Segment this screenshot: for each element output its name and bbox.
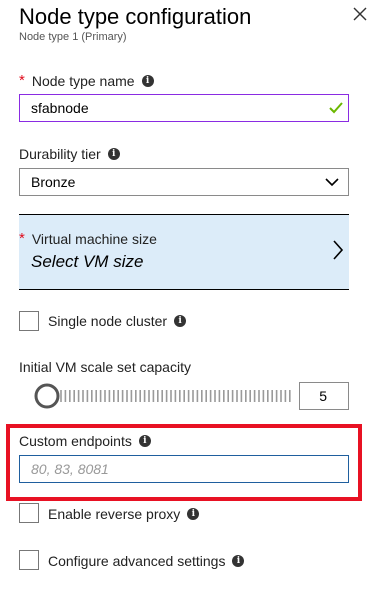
scale-set-capacity-slider[interactable] [33,382,295,410]
close-icon [353,7,367,21]
advanced-settings-checkbox[interactable] [19,550,39,570]
durability-tier-label-text: Durability tier [19,146,101,162]
scale-set-capacity-label: Initial VM scale set capacity [19,358,191,376]
node-type-name-field[interactable]: sfabnode [19,94,349,122]
durability-tier-value: Bronze [31,174,76,190]
custom-endpoints-placeholder: 80, 83, 8081 [31,461,109,477]
node-type-name-label-text: Node type name [31,73,135,89]
info-icon[interactable]: i [107,148,120,160]
durability-tier-label: Durability tier i [19,145,120,163]
scale-set-capacity-label-text: Initial VM scale set capacity [19,359,191,375]
required-marker: * [19,230,25,247]
reverse-proxy-label-text: Enable reverse proxy [48,506,181,522]
single-node-cluster-checkbox[interactable] [19,311,39,331]
custom-endpoints-label-text: Custom endpoints [19,433,132,449]
vm-size-value: Select VM size [31,252,144,271]
scale-set-capacity-input[interactable]: 5 [299,382,349,410]
single-node-cluster-label: Single node cluster i [48,312,187,330]
vm-size-label-text: Virtual machine size [31,231,157,247]
custom-endpoints-label: Custom endpoints i [19,432,151,450]
info-icon[interactable]: i [174,315,187,327]
advanced-settings-label-text: Configure advanced settings [48,553,226,569]
info-icon[interactable]: i [187,508,200,520]
slider-thumb[interactable] [34,383,60,409]
custom-endpoints-input[interactable]: 80, 83, 8081 [19,455,349,483]
check-icon [329,102,343,114]
required-marker: * [19,72,25,89]
page-subtitle: Node type 1 (Primary) [19,31,127,43]
info-icon[interactable]: i [141,75,154,87]
vm-size-selector[interactable]: * Virtual machine size Select VM size [19,214,349,290]
advanced-settings-label: Configure advanced settings i [48,552,245,570]
durability-tier-dropdown[interactable]: Bronze [19,168,349,196]
close-button[interactable] [350,4,370,24]
node-type-name-label: * Node type name i [19,72,154,90]
page-title: Node type configuration [19,4,252,29]
info-icon[interactable]: i [232,555,245,567]
slider-track [60,390,291,402]
info-icon[interactable]: i [138,435,151,447]
chevron-down-icon [325,178,339,187]
chevron-right-icon [333,240,344,260]
single-node-cluster-label-text: Single node cluster [48,313,168,329]
node-type-name-value: sfabnode [31,100,89,116]
reverse-proxy-label: Enable reverse proxy i [48,505,200,523]
scale-set-capacity-value: 5 [319,388,327,404]
vm-size-label: * Virtual machine size [19,230,157,248]
reverse-proxy-checkbox[interactable] [19,503,39,523]
